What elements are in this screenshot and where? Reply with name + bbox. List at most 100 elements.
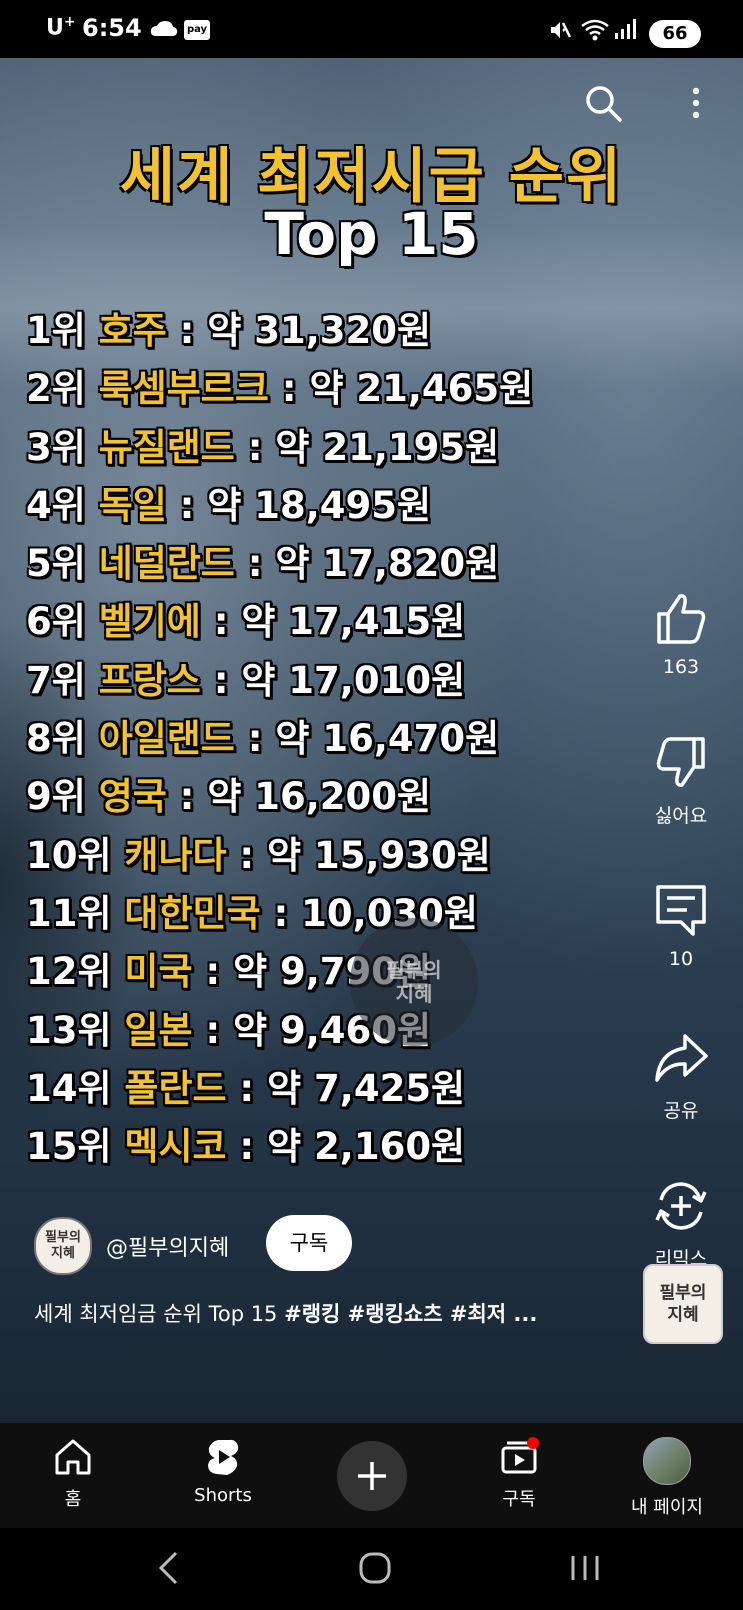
ranking-country: 독일 bbox=[98, 483, 167, 527]
recent-apps-icon[interactable] bbox=[568, 1550, 602, 1586]
nav-shorts[interactable]: Shorts bbox=[168, 1437, 278, 1506]
ranking-wage: : 약 16,470원 bbox=[234, 717, 500, 761]
like-button[interactable]: 163 bbox=[631, 590, 731, 678]
ranking-country: 캐나다 bbox=[124, 833, 227, 877]
ranking-row: 8위 아일랜드 : 약 16,470원 bbox=[26, 710, 533, 768]
home-system-icon[interactable] bbox=[358, 1550, 392, 1586]
channel-avatar[interactable]: 필부의 지혜 bbox=[34, 1217, 92, 1275]
share-label: 공유 bbox=[663, 1100, 699, 1122]
ranking-row: 2위 룩셈부르크 : 약 21,465원 bbox=[26, 360, 533, 418]
wifi-icon bbox=[581, 19, 609, 41]
search-icon[interactable] bbox=[584, 84, 624, 124]
ranking-position: 9위 bbox=[26, 775, 86, 819]
caption-text: 세계 최저임금 순위 Top 15 bbox=[34, 1302, 285, 1326]
comment-icon bbox=[656, 885, 706, 936]
thumbs-up-icon bbox=[657, 594, 706, 644]
ranking-wage: : 약 7,425원 bbox=[226, 1066, 466, 1110]
ranking-country: 미국 bbox=[124, 950, 193, 994]
nav-shorts-label: Shorts bbox=[194, 1485, 252, 1506]
ranking-position: 5위 bbox=[26, 542, 86, 586]
ranking-country: 네덜란드 bbox=[98, 542, 235, 586]
remix-icon bbox=[655, 1182, 707, 1230]
ranking-wage: : 약 17,820원 bbox=[234, 542, 500, 586]
battery-indicator: 66 bbox=[649, 20, 701, 48]
channel-watermark: 필부의 지혜 bbox=[350, 918, 478, 1046]
remix-button[interactable]: 리믹스 bbox=[631, 1178, 731, 1271]
nav-subscriptions-label: 구독 bbox=[502, 1489, 536, 1510]
ranking-position: 4위 bbox=[26, 483, 86, 527]
nav-home[interactable]: 홈 bbox=[18, 1437, 128, 1511]
plus-icon bbox=[358, 1462, 386, 1490]
ranking-row: 6위 벨기에 : 약 17,415원 bbox=[26, 593, 533, 651]
ranking-wage: : 약 17,010원 bbox=[200, 658, 466, 702]
status-time: 6:54 bbox=[82, 14, 142, 42]
ranking-country: 일본 bbox=[124, 1008, 193, 1052]
caption-hashtags: #랭킹 #랭킹쇼츠 #최저 ... bbox=[284, 1302, 538, 1326]
ranking-country: 폴란드 bbox=[124, 1066, 227, 1110]
status-bar: U+ 6:54 pay 66 bbox=[0, 0, 743, 58]
ranking-wage: : 약 21,195원 bbox=[234, 425, 500, 469]
notification-dot bbox=[527, 1437, 539, 1449]
ranking-position: 12위 bbox=[26, 950, 112, 994]
shorts-screen: U+ 6:54 pay 66 세계 최저시급 순위 Top 15 1위 호주:… bbox=[0, 0, 743, 1610]
ranking-row: 15위 멕시코 : 약 2,160원 bbox=[26, 1118, 533, 1176]
ranking-wage: : 약 17,415원 bbox=[200, 600, 466, 644]
ranking-country: 뉴질랜드 bbox=[98, 425, 235, 469]
ranking-country: 프랑스 bbox=[98, 658, 201, 702]
ranking-position: 1위 bbox=[26, 309, 86, 352]
cloud-icon bbox=[150, 21, 178, 36]
comments-button[interactable]: 10 bbox=[631, 882, 731, 970]
nav-profile[interactable]: 내 페이지 bbox=[612, 1437, 722, 1519]
ranking-position: 2위 bbox=[26, 367, 86, 411]
sound-remix-thumbnail[interactable]: 필부의 지혜 bbox=[643, 1264, 723, 1344]
mute-icon bbox=[551, 22, 572, 38]
share-icon bbox=[655, 1034, 708, 1082]
remix-thumb-text: 필부의 지혜 bbox=[659, 1283, 707, 1325]
ranking-position: 14위 bbox=[26, 1066, 112, 1110]
ranking-position: 11위 bbox=[26, 891, 112, 935]
dislike-label: 싫어요 bbox=[654, 805, 708, 827]
dislike-button[interactable]: 싫어요 bbox=[631, 735, 731, 828]
ranking-wage: : 약 18,495원 bbox=[166, 483, 432, 527]
ranking-row: 5위 네덜란드 : 약 17,820원 bbox=[26, 535, 533, 593]
ranking-country: 대한민국 bbox=[124, 891, 261, 935]
back-icon[interactable] bbox=[156, 1550, 180, 1586]
ranking-country: 벨기에 bbox=[98, 600, 201, 644]
like-count: 163 bbox=[662, 656, 700, 678]
channel-avatar-text: 필부의 지혜 bbox=[45, 1230, 81, 1261]
ranking-wage: : 약 21,465원 bbox=[268, 367, 534, 411]
video-caption[interactable]: 세계 최저임금 순위 Top 15 #랭킹 #랭킹쇼츠 #최저 ... bbox=[34, 1298, 537, 1328]
ranking-position: 8위 bbox=[26, 717, 86, 761]
pay-icon: pay bbox=[184, 20, 210, 40]
ranking-country: 멕시코 bbox=[124, 1125, 227, 1169]
ranking-position: 7위 bbox=[26, 658, 86, 702]
system-navigation-bar bbox=[0, 1528, 743, 1610]
ranking-row: 1위 호주 : 약 31,320원 bbox=[26, 302, 533, 360]
channel-handle[interactable]: @필부의지혜 bbox=[106, 1230, 229, 1262]
ranking-position: 15위 bbox=[26, 1125, 112, 1169]
subscriptions-icon bbox=[501, 1437, 539, 1474]
share-button[interactable]: 공유 bbox=[631, 1030, 731, 1123]
ranking-row: 10위 캐나다 : 약 15,930원 bbox=[26, 827, 533, 885]
ranking-wage: : 약 31,320원 bbox=[166, 309, 432, 352]
ranking-wage: : 약 16,200원 bbox=[166, 775, 432, 819]
ranking-position: 6위 bbox=[26, 600, 86, 644]
nav-subscriptions[interactable]: 구독 bbox=[464, 1437, 574, 1511]
nav-profile-label: 내 페이지 bbox=[631, 1497, 703, 1518]
nav-home-label: 홈 bbox=[64, 1489, 82, 1510]
more-options-icon[interactable] bbox=[686, 86, 706, 122]
video-title-top15: Top 15 bbox=[264, 200, 479, 268]
profile-avatar bbox=[643, 1437, 691, 1485]
ranking-position: 10위 bbox=[26, 833, 112, 877]
ranking-row: 3위 뉴질랜드 : 약 21,195원 bbox=[26, 419, 533, 477]
subscribe-button[interactable]: 구독 bbox=[266, 1215, 352, 1271]
ranking-wage: : 약 15,930원 bbox=[226, 833, 491, 877]
create-button[interactable] bbox=[337, 1441, 407, 1511]
ranking-country: 호주 bbox=[98, 309, 167, 352]
ranking-country: 아일랜드 bbox=[98, 717, 235, 761]
ranking-list: 1위 호주 : 약 31,320원 2위 룩셈부르크 : 약 21,465원 3위 … bbox=[26, 302, 533, 1176]
thumbs-down-icon bbox=[656, 737, 705, 787]
ranking-country: 룩셈부르크 bbox=[98, 367, 269, 411]
bottom-navigation: 홈 Shorts 구독 내 페이지 bbox=[0, 1423, 743, 1528]
ranking-row: 4위 독일 : 약 18,495원 bbox=[26, 477, 533, 535]
